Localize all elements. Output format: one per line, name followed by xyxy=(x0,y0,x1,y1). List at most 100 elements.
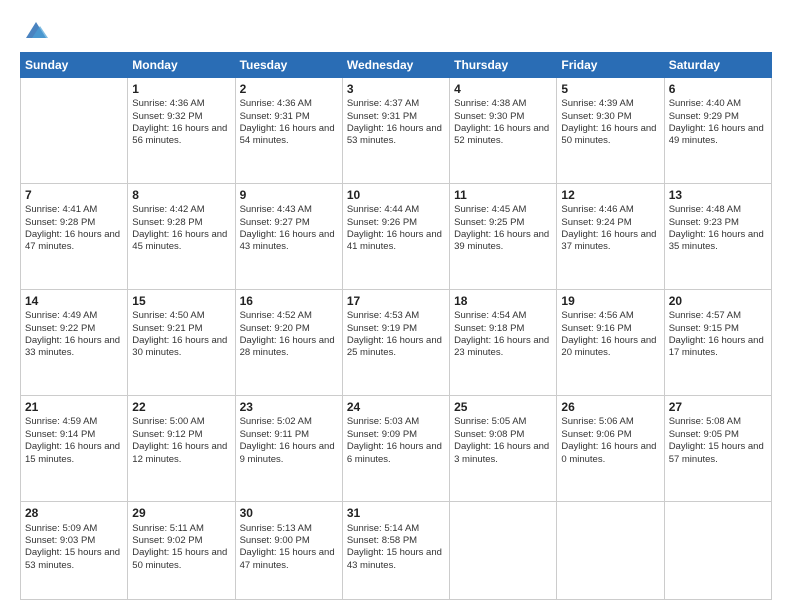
calendar-cell: 13Sunrise: 4:48 AM Sunset: 9:23 PM Dayli… xyxy=(664,184,771,290)
day-number: 3 xyxy=(347,81,445,97)
day-number: 15 xyxy=(132,293,230,309)
day-info: Sunrise: 5:09 AM Sunset: 9:03 PM Dayligh… xyxy=(25,523,123,572)
day-info: Sunrise: 4:38 AM Sunset: 9:30 PM Dayligh… xyxy=(454,98,552,147)
logo xyxy=(20,16,50,44)
day-info: Sunrise: 5:06 AM Sunset: 9:06 PM Dayligh… xyxy=(561,416,659,465)
week-row-2: 7Sunrise: 4:41 AM Sunset: 9:28 PM Daylig… xyxy=(21,184,772,290)
calendar-cell: 7Sunrise: 4:41 AM Sunset: 9:28 PM Daylig… xyxy=(21,184,128,290)
day-number: 27 xyxy=(669,399,767,415)
calendar-cell: 6Sunrise: 4:40 AM Sunset: 9:29 PM Daylig… xyxy=(664,78,771,184)
day-number: 21 xyxy=(25,399,123,415)
day-info: Sunrise: 5:02 AM Sunset: 9:11 PM Dayligh… xyxy=(240,416,338,465)
calendar-cell: 19Sunrise: 4:56 AM Sunset: 9:16 PM Dayli… xyxy=(557,290,664,396)
day-info: Sunrise: 4:56 AM Sunset: 9:16 PM Dayligh… xyxy=(561,310,659,359)
calendar-cell: 12Sunrise: 4:46 AM Sunset: 9:24 PM Dayli… xyxy=(557,184,664,290)
day-number: 7 xyxy=(25,187,123,203)
day-info: Sunrise: 5:11 AM Sunset: 9:02 PM Dayligh… xyxy=(132,523,230,572)
day-info: Sunrise: 4:53 AM Sunset: 9:19 PM Dayligh… xyxy=(347,310,445,359)
calendar-cell: 26Sunrise: 5:06 AM Sunset: 9:06 PM Dayli… xyxy=(557,396,664,502)
calendar-cell: 23Sunrise: 5:02 AM Sunset: 9:11 PM Dayli… xyxy=(235,396,342,502)
day-number: 19 xyxy=(561,293,659,309)
calendar-cell: 21Sunrise: 4:59 AM Sunset: 9:14 PM Dayli… xyxy=(21,396,128,502)
week-row-1: 1Sunrise: 4:36 AM Sunset: 9:32 PM Daylig… xyxy=(21,78,772,184)
day-number: 12 xyxy=(561,187,659,203)
day-number: 11 xyxy=(454,187,552,203)
weekday-header-monday: Monday xyxy=(128,53,235,78)
day-info: Sunrise: 5:03 AM Sunset: 9:09 PM Dayligh… xyxy=(347,416,445,465)
day-info: Sunrise: 5:14 AM Sunset: 8:58 PM Dayligh… xyxy=(347,523,445,572)
day-number: 13 xyxy=(669,187,767,203)
day-number: 18 xyxy=(454,293,552,309)
day-info: Sunrise: 5:00 AM Sunset: 9:12 PM Dayligh… xyxy=(132,416,230,465)
day-info: Sunrise: 4:42 AM Sunset: 9:28 PM Dayligh… xyxy=(132,204,230,253)
calendar-cell: 9Sunrise: 4:43 AM Sunset: 9:27 PM Daylig… xyxy=(235,184,342,290)
calendar-cell: 17Sunrise: 4:53 AM Sunset: 9:19 PM Dayli… xyxy=(342,290,449,396)
weekday-header-friday: Friday xyxy=(557,53,664,78)
weekday-header-thursday: Thursday xyxy=(450,53,557,78)
calendar-cell: 2Sunrise: 4:36 AM Sunset: 9:31 PM Daylig… xyxy=(235,78,342,184)
day-info: Sunrise: 4:50 AM Sunset: 9:21 PM Dayligh… xyxy=(132,310,230,359)
calendar-cell: 4Sunrise: 4:38 AM Sunset: 9:30 PM Daylig… xyxy=(450,78,557,184)
day-info: Sunrise: 5:13 AM Sunset: 9:00 PM Dayligh… xyxy=(240,523,338,572)
day-info: Sunrise: 4:59 AM Sunset: 9:14 PM Dayligh… xyxy=(25,416,123,465)
day-info: Sunrise: 4:44 AM Sunset: 9:26 PM Dayligh… xyxy=(347,204,445,253)
page-header xyxy=(20,16,772,44)
calendar-cell: 20Sunrise: 4:57 AM Sunset: 9:15 PM Dayli… xyxy=(664,290,771,396)
day-number: 8 xyxy=(132,187,230,203)
day-number: 4 xyxy=(454,81,552,97)
calendar-cell: 27Sunrise: 5:08 AM Sunset: 9:05 PM Dayli… xyxy=(664,396,771,502)
calendar-cell xyxy=(21,78,128,184)
day-info: Sunrise: 4:46 AM Sunset: 9:24 PM Dayligh… xyxy=(561,204,659,253)
calendar-cell: 22Sunrise: 5:00 AM Sunset: 9:12 PM Dayli… xyxy=(128,396,235,502)
day-info: Sunrise: 4:54 AM Sunset: 9:18 PM Dayligh… xyxy=(454,310,552,359)
day-info: Sunrise: 4:43 AM Sunset: 9:27 PM Dayligh… xyxy=(240,204,338,253)
logo-icon xyxy=(22,16,50,44)
day-number: 10 xyxy=(347,187,445,203)
calendar-cell: 14Sunrise: 4:49 AM Sunset: 9:22 PM Dayli… xyxy=(21,290,128,396)
calendar-cell: 1Sunrise: 4:36 AM Sunset: 9:32 PM Daylig… xyxy=(128,78,235,184)
day-number: 22 xyxy=(132,399,230,415)
weekday-header-row: SundayMondayTuesdayWednesdayThursdayFrid… xyxy=(21,53,772,78)
calendar-cell: 30 Sunrise: 5:13 AM Sunset: 9:00 PM Dayli… xyxy=(235,502,342,600)
calendar-cell: 24Sunrise: 5:03 AM Sunset: 9:09 PM Dayli… xyxy=(342,396,449,502)
day-number: 23 xyxy=(240,399,338,415)
calendar-cell xyxy=(557,502,664,600)
day-info: Sunrise: 4:57 AM Sunset: 9:15 PM Dayligh… xyxy=(669,310,767,359)
day-number: 20 xyxy=(669,293,767,309)
day-info: Sunrise: 4:37 AM Sunset: 9:31 PM Dayligh… xyxy=(347,98,445,147)
day-number: 24 xyxy=(347,399,445,415)
day-number: 30 xyxy=(240,505,338,521)
day-number: 25 xyxy=(454,399,552,415)
calendar-table: SundayMondayTuesdayWednesdayThursdayFrid… xyxy=(20,52,772,600)
calendar-cell: 29Sunrise: 5:11 AM Sunset: 9:02 PM Dayli… xyxy=(128,502,235,600)
calendar-cell: 28 Sunrise: 5:09 AM Sunset: 9:03 PM Dayli… xyxy=(21,502,128,600)
weekday-header-wednesday: Wednesday xyxy=(342,53,449,78)
day-info: Sunrise: 4:45 AM Sunset: 9:25 PM Dayligh… xyxy=(454,204,552,253)
calendar-cell: 18Sunrise: 4:54 AM Sunset: 9:18 PM Dayli… xyxy=(450,290,557,396)
day-info: Sunrise: 4:39 AM Sunset: 9:30 PM Dayligh… xyxy=(561,98,659,147)
day-number: 1 xyxy=(132,81,230,97)
day-number: 2 xyxy=(240,81,338,97)
calendar-cell xyxy=(450,502,557,600)
calendar-cell: 31 Sunrise: 5:14 AM Sunset: 8:58 PM Dayli… xyxy=(342,502,449,600)
day-info: Sunrise: 4:52 AM Sunset: 9:20 PM Dayligh… xyxy=(240,310,338,359)
day-number: 6 xyxy=(669,81,767,97)
day-info: Sunrise: 4:49 AM Sunset: 9:22 PM Dayligh… xyxy=(25,310,123,359)
calendar-cell: 5Sunrise: 4:39 AM Sunset: 9:30 PM Daylig… xyxy=(557,78,664,184)
day-info: Sunrise: 4:36 AM Sunset: 9:31 PM Dayligh… xyxy=(240,98,338,147)
day-number: 14 xyxy=(25,293,123,309)
calendar-cell: 10Sunrise: 4:44 AM Sunset: 9:26 PM Dayli… xyxy=(342,184,449,290)
calendar-cell: 25Sunrise: 5:05 AM Sunset: 9:08 PM Dayli… xyxy=(450,396,557,502)
day-info: Sunrise: 4:48 AM Sunset: 9:23 PM Dayligh… xyxy=(669,204,767,253)
day-number: 16 xyxy=(240,293,338,309)
week-row-4: 21Sunrise: 4:59 AM Sunset: 9:14 PM Dayli… xyxy=(21,396,772,502)
day-number: 28 xyxy=(25,505,123,521)
weekday-header-tuesday: Tuesday xyxy=(235,53,342,78)
day-info: Sunrise: 5:08 AM Sunset: 9:05 PM Dayligh… xyxy=(669,416,767,465)
week-row-3: 14Sunrise: 4:49 AM Sunset: 9:22 PM Dayli… xyxy=(21,290,772,396)
weekday-header-sunday: Sunday xyxy=(21,53,128,78)
day-number: 9 xyxy=(240,187,338,203)
calendar-cell: 8Sunrise: 4:42 AM Sunset: 9:28 PM Daylig… xyxy=(128,184,235,290)
day-number: 31 xyxy=(347,505,445,521)
weekday-header-saturday: Saturday xyxy=(664,53,771,78)
